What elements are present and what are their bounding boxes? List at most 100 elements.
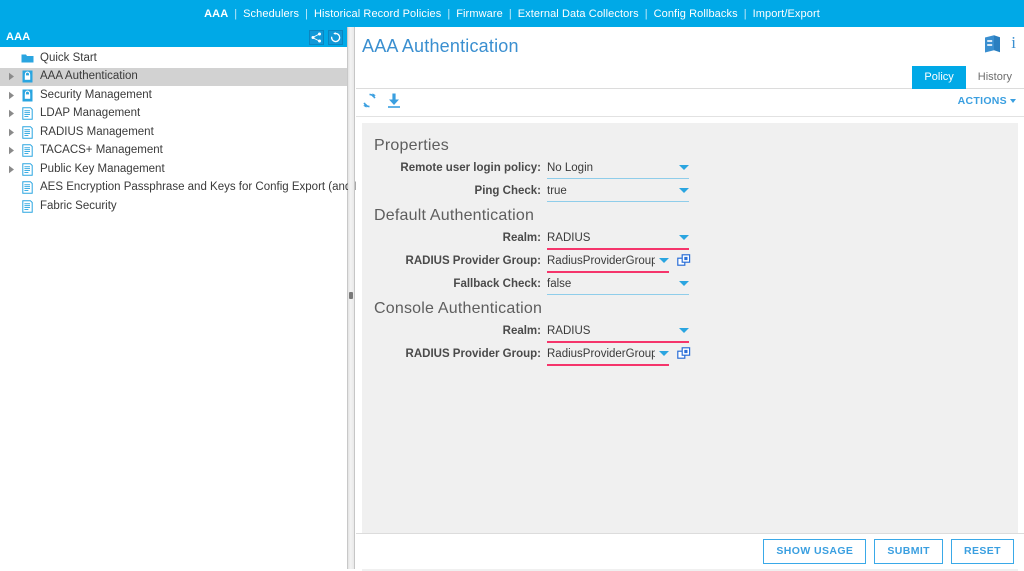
- sidebar-item-ldap-management[interactable]: LDAP Management: [0, 105, 347, 124]
- submit-button[interactable]: SUBMIT: [874, 539, 943, 564]
- field-label: Ping Check:: [474, 184, 541, 197]
- chevron-down-icon[interactable]: [679, 235, 689, 240]
- dropdown-fallback-check[interactable]: false: [547, 274, 689, 295]
- field-underline: [547, 201, 689, 202]
- splitter-grip[interactable]: [349, 292, 353, 299]
- refresh-icon[interactable]: [361, 92, 378, 114]
- dropdown-realm[interactable]: RADIUS: [547, 228, 689, 250]
- chevron-down-icon[interactable]: [679, 328, 689, 333]
- field-label: RADIUS Provider Group:: [405, 347, 541, 360]
- field-modified-underline: [547, 341, 689, 343]
- main-header: AAA Authentication i Policy History: [356, 27, 1024, 89]
- page-title: AAA Authentication: [362, 36, 519, 56]
- sidebar-item-public-key-management[interactable]: Public Key Management: [0, 160, 347, 179]
- sidebar-item-aaa-authentication[interactable]: AAA Authentication: [0, 67, 347, 86]
- tree-expand-arrow-icon[interactable]: [4, 146, 18, 155]
- field-label: RADIUS Provider Group:: [405, 254, 541, 267]
- field-row: RADIUS Provider Group: RadiusProviderGrou…: [362, 343, 1018, 366]
- dropdown-ping-check[interactable]: true: [547, 181, 689, 202]
- reset-button[interactable]: RESET: [950, 539, 1014, 564]
- dropdown-radius-provider-group[interactable]: RadiusProviderGroup: [547, 251, 669, 273]
- actions-dropdown-button[interactable]: ACTIONS: [958, 95, 1016, 107]
- sidebar-item-label: Public Key Management: [40, 162, 165, 175]
- dropdown-value: true: [547, 184, 567, 197]
- section-title-console-authentication: Console Authentication: [374, 300, 543, 317]
- show-usage-button[interactable]: SHOW USAGE: [763, 539, 867, 564]
- dropdown-value: RadiusProviderGroup: [547, 347, 655, 360]
- lock-icon: [18, 70, 36, 83]
- tree-expand-arrow-icon[interactable]: [4, 165, 18, 174]
- document-icon: [18, 107, 36, 121]
- sidebar-title: AAA: [6, 31, 31, 43]
- sidebar-item-radius-management[interactable]: RADIUS Management: [0, 123, 347, 142]
- nav-item-firmware[interactable]: Firmware: [450, 8, 509, 20]
- sidebar-item-security-management[interactable]: Security Management: [0, 86, 347, 105]
- field-modified-underline: [547, 271, 669, 273]
- nav-item-config-rollbacks[interactable]: Config Rollbacks: [648, 8, 744, 20]
- field-underline: [547, 294, 689, 295]
- field-row: Realm: RADIUS: [362, 320, 1018, 343]
- sidebar-header: AAA: [0, 27, 347, 47]
- chevron-down-icon[interactable]: [679, 165, 689, 170]
- dropdown-value: RADIUS: [547, 231, 591, 244]
- sidebar-item-quick-start[interactable]: Quick Start: [0, 49, 347, 68]
- field-row: Ping Check: true: [362, 180, 1018, 202]
- field-label: Fallback Check:: [453, 277, 541, 290]
- main-content-panel: AAA Authentication i Policy History ACTI…: [356, 27, 1024, 571]
- sidebar-header-actions: [309, 29, 343, 45]
- dropdown-remote-user-login-policy[interactable]: No Login: [547, 158, 689, 179]
- panel-splitter[interactable]: [348, 27, 355, 569]
- open-reference-icon[interactable]: [677, 346, 691, 361]
- field-underline: [547, 178, 689, 179]
- field-modified-underline: [547, 364, 669, 366]
- field-label: Remote user login policy:: [400, 161, 541, 174]
- sidebar-item-tacacs-management[interactable]: TACACS+ Management: [0, 142, 347, 161]
- chevron-down-icon[interactable]: [679, 188, 689, 193]
- book-icon[interactable]: [981, 32, 1005, 61]
- chevron-down-icon[interactable]: [679, 281, 689, 286]
- chevron-down-icon[interactable]: [659, 258, 669, 263]
- section-title-properties: Properties: [374, 137, 449, 154]
- section-title-default-authentication: Default Authentication: [374, 207, 535, 224]
- folder-icon: [18, 53, 36, 64]
- document-icon: [18, 125, 36, 139]
- share-icon[interactable]: [309, 29, 324, 45]
- document-icon: [18, 144, 36, 158]
- sidebar-item-label: Security Management: [40, 88, 152, 101]
- field-label: Realm:: [502, 324, 541, 337]
- sidebar-item-label: AAA Authentication: [40, 70, 138, 82]
- chevron-down-icon: [1010, 99, 1016, 103]
- nav-item-import-export[interactable]: Import/Export: [747, 8, 826, 20]
- sidebar-item-label: Quick Start: [40, 51, 97, 64]
- chevron-down-icon[interactable]: [659, 351, 669, 356]
- nav-item-schedulers[interactable]: Schedulers: [237, 8, 305, 20]
- tree-expand-arrow-icon[interactable]: [4, 91, 18, 100]
- tab-bar: Policy History: [912, 66, 1024, 89]
- sidebar-item-aes-encryption-passphrase-and-keys-for-c[interactable]: AES Encryption Passphrase and Keys for C…: [0, 179, 391, 198]
- nav-item-external-data-collectors[interactable]: External Data Collectors: [512, 8, 645, 20]
- dropdown-value: RadiusProviderGroup: [547, 254, 655, 267]
- sidebar-item-label: RADIUS Management: [40, 125, 154, 138]
- header-icon-group: i: [981, 32, 1016, 61]
- dropdown-radius-provider-group[interactable]: RadiusProviderGroup: [547, 344, 669, 366]
- open-reference-icon[interactable]: [677, 253, 691, 268]
- sidebar-item-label: TACACS+ Management: [40, 144, 163, 156]
- policy-form: Properties Remote user login policy: No Lo…: [362, 123, 1018, 571]
- dropdown-value: RADIUS: [547, 324, 591, 337]
- sidebar-item-label: AES Encryption Passphrase and Keys for C…: [40, 181, 391, 193]
- top-navigation-bar: AAA | Schedulers | Historical Record Policie…: [0, 0, 1024, 27]
- download-icon[interactable]: [386, 92, 402, 114]
- refresh-icon[interactable]: [328, 29, 343, 45]
- tab-policy[interactable]: Policy: [912, 66, 966, 89]
- tree-expand-arrow-icon[interactable]: [4, 109, 18, 118]
- dropdown-value: No Login: [547, 161, 594, 174]
- tab-history[interactable]: History: [966, 66, 1024, 89]
- tree-expand-arrow-icon[interactable]: [4, 128, 18, 137]
- nav-item-aaa[interactable]: AAA: [198, 8, 234, 20]
- nav-item-historical-record-policies[interactable]: Historical Record Policies: [308, 8, 447, 20]
- top-navigation-items: AAA | Schedulers | Historical Record Policie…: [198, 8, 826, 20]
- tree-expand-arrow-icon[interactable]: [4, 72, 18, 81]
- dropdown-realm[interactable]: RADIUS: [547, 321, 689, 343]
- sidebar-item-fabric-security[interactable]: Fabric Security: [0, 197, 347, 216]
- info-icon[interactable]: i: [1011, 32, 1016, 54]
